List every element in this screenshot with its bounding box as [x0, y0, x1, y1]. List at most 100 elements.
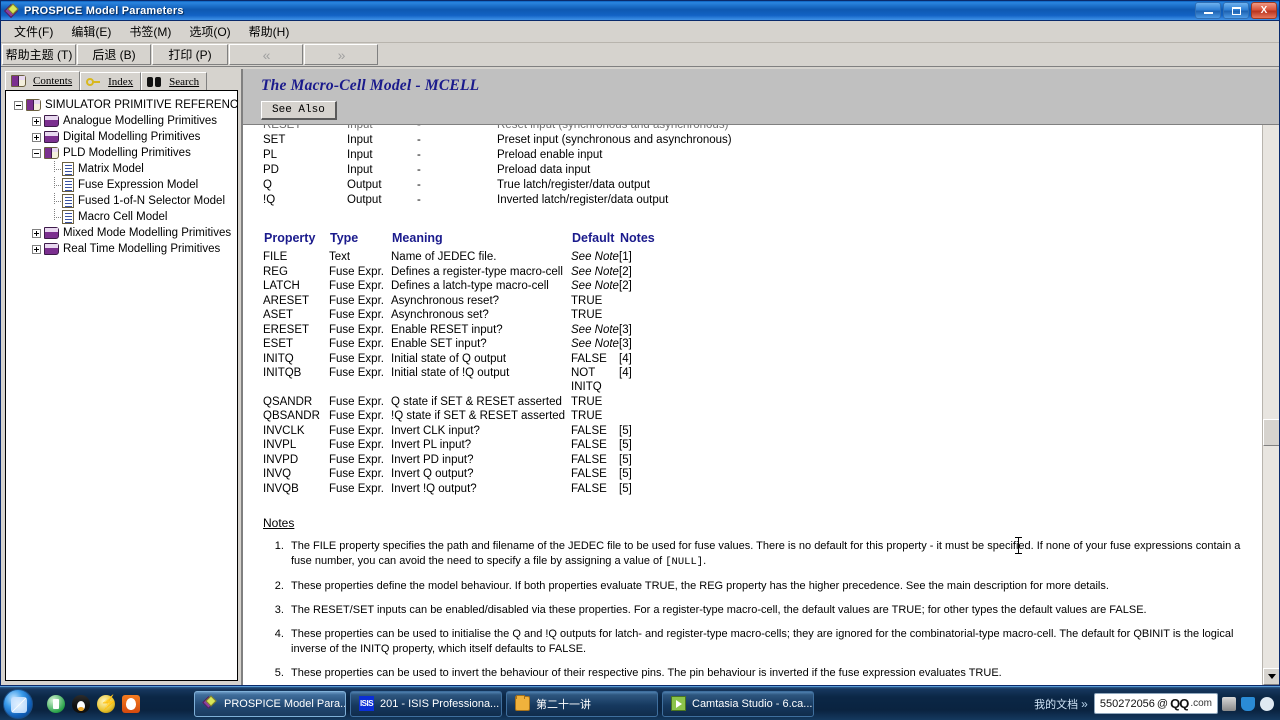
quicklaunch-penguin-icon[interactable] — [72, 694, 90, 713]
scrollbar-thumb[interactable] — [1263, 419, 1279, 446]
quicklaunch-thunder-icon[interactable] — [97, 694, 117, 713]
menu-help[interactable]: 帮助(H) — [240, 21, 299, 42]
prop-meaning: Initial state of Q output — [391, 352, 507, 365]
list-item: These properties define the model behavi… — [287, 579, 1261, 594]
prop-default: FALSE — [571, 468, 607, 480]
help-topics-button[interactable]: 帮助主题 (T) — [2, 44, 76, 65]
content-scrollbar[interactable] — [1262, 69, 1279, 685]
taskbar-item-isis[interactable]: ISIS 201 - ISIS Professiona... — [350, 690, 502, 717]
minimize-button[interactable] — [1195, 2, 1221, 19]
prop-type: Fuse Expr. — [329, 453, 384, 466]
pin-dash: - — [417, 149, 421, 161]
taskbar-item-prospice[interactable]: PROSPICE Model Para... — [194, 690, 346, 717]
close-button[interactable]: X — [1251, 2, 1277, 19]
taskbar-item-folder[interactable]: 第二十一讲 — [506, 690, 658, 717]
tab-index[interactable]: Index — [80, 72, 142, 90]
expand-icon[interactable] — [32, 244, 41, 254]
prop-meaning: Asynchronous set? — [391, 309, 489, 321]
prop-notes: [5] — [619, 424, 632, 437]
pin-type: Output — [347, 194, 382, 206]
network-icon[interactable] — [1222, 696, 1236, 711]
prop-type: Fuse Expr. — [329, 424, 384, 437]
menu-file[interactable]: 文件(F) — [5, 21, 62, 42]
help-toolbar: 帮助主题 (T) 后退 (B) 打印 (P) « » — [1, 43, 1279, 67]
tree-item-label: Fuse Expression Model — [78, 179, 199, 191]
contents-tree[interactable]: SIMULATOR PRIMITIVE REFERENCE Analogue M… — [5, 90, 238, 681]
back-button[interactable]: 后退 (B) — [77, 44, 151, 65]
table-row: INVPD Fuse Expr. Invert PD input? FALSE … — [263, 453, 659, 468]
tree-item-digital-modelling-primitives[interactable]: Digital Modelling Primitives — [8, 129, 235, 145]
pin-name: RESET — [263, 125, 302, 131]
qq-account-widget[interactable]: 550272056 @ QQ .com — [1093, 693, 1218, 714]
table-row: INVQB Fuse Expr. Invert !Q output? FALSE… — [263, 482, 659, 497]
print-button[interactable]: 打印 (P) — [152, 44, 228, 65]
tree-item-pld-modelling-primitives[interactable]: PLD Modelling Primitives — [8, 145, 235, 161]
chevron-right-icon[interactable]: » — [1081, 697, 1088, 711]
chevron-down-icon — [1267, 674, 1276, 679]
quicklaunch-fire-icon[interactable] — [122, 694, 140, 713]
notes-heading: Notes — [263, 516, 295, 530]
volume-icon[interactable] — [1260, 696, 1274, 711]
tree-item-simulator-primitive-reference[interactable]: SIMULATOR PRIMITIVE REFERENCE — [8, 97, 237, 113]
next-topic-button[interactable]: » — [304, 44, 378, 65]
qq-logo-icon: QQ — [1170, 696, 1189, 711]
prop-default: See Note — [571, 251, 619, 263]
expand-icon[interactable] — [32, 132, 41, 142]
tree-item-label: Fused 1-of-N Selector Model — [78, 195, 226, 207]
collapse-icon[interactable] — [14, 100, 23, 110]
closed-book-icon — [44, 131, 59, 143]
tree-item-analogue-modelling-primitives[interactable]: Analogue Modelling Primitives — [8, 113, 235, 129]
prop-type: Fuse Expr. — [329, 352, 384, 365]
expand-icon[interactable] — [32, 228, 41, 238]
navigation-pane: Contents Index Search SIMULATOR PRIMITIV… — [1, 69, 241, 685]
prop-meaning: Initial state of !Q output — [391, 367, 510, 379]
prop-notes: [2] — [619, 265, 632, 278]
prop-meaning: Defines a latch-type macro-cell — [391, 280, 549, 292]
prop-notes: [4] — [619, 367, 632, 379]
pin-meaning: True latch/register/data output — [497, 179, 650, 191]
prop-name: FILE — [263, 251, 288, 263]
tree-item-matrix-model[interactable]: Matrix Model — [8, 160, 235, 177]
closed-book-icon — [44, 115, 59, 127]
pin-type: Input — [347, 134, 373, 146]
tray-toolbar-label[interactable]: 我的文档 — [1034, 696, 1078, 712]
prop-default: FALSE — [571, 352, 607, 365]
start-button[interactable] — [3, 688, 33, 719]
topic-document: RESET Input - Reset input (synchronous a… — [243, 125, 1261, 685]
maximize-button[interactable] — [1223, 2, 1249, 19]
scroll-down-button[interactable] — [1263, 668, 1279, 685]
table-row: INITQ Fuse Expr. Initial state of Q outp… — [263, 352, 659, 367]
prop-notes — [619, 308, 659, 323]
tree-item-macro-cell-model[interactable]: Macro Cell Model — [8, 208, 235, 225]
tab-search[interactable]: Search — [141, 72, 208, 90]
tree-item-fuse-expression-model[interactable]: Fuse Expression Model — [8, 176, 235, 193]
page-icon — [62, 178, 74, 192]
pin-name: !Q — [263, 194, 276, 206]
tab-contents-label: Contents — [33, 75, 73, 87]
tree-item-real-time-modelling-primitives[interactable]: Real Time Modelling Primitives — [8, 241, 235, 257]
shield-icon[interactable] — [1241, 696, 1255, 711]
page-icon — [62, 194, 74, 208]
column-header-type: Type — [330, 231, 359, 245]
pin-meaning: Inverted latch/register/data output — [497, 194, 669, 206]
prop-meaning: Invert !Q output? — [391, 482, 477, 495]
prop-type: Fuse Expr. — [329, 468, 384, 480]
tree-item-fused-1-of-n-selector-model[interactable]: Fused 1-of-N Selector Model — [8, 192, 235, 209]
list-item: The RESET/SET inputs can be enabled/disa… — [287, 603, 1261, 618]
menu-bookmark[interactable]: 书签(M) — [120, 21, 180, 42]
column-header-property: Property — [264, 231, 316, 245]
prop-name: QSANDR — [263, 395, 313, 408]
menu-options[interactable]: 选项(O) — [180, 21, 239, 42]
menu-edit[interactable]: 编辑(E) — [62, 21, 120, 42]
prop-notes — [619, 294, 659, 309]
note-text: The RESET/SET inputs can be enabled/disa… — [291, 604, 1147, 616]
see-also-button[interactable]: See Also — [261, 101, 337, 120]
expand-icon[interactable] — [32, 116, 41, 126]
tab-contents[interactable]: Contents — [5, 71, 81, 90]
taskbar-item-camtasia[interactable]: Camtasia Studio - 6.ca... — [662, 690, 814, 717]
quicklaunch-green-icon[interactable] — [47, 694, 65, 713]
tree-item-mixed-mode-modelling-primitives[interactable]: Mixed Mode Modelling Primitives — [8, 225, 235, 241]
prop-meaning: Invert CLK input? — [391, 424, 480, 437]
collapse-icon[interactable] — [32, 148, 41, 158]
previous-topic-button[interactable]: « — [229, 44, 303, 65]
